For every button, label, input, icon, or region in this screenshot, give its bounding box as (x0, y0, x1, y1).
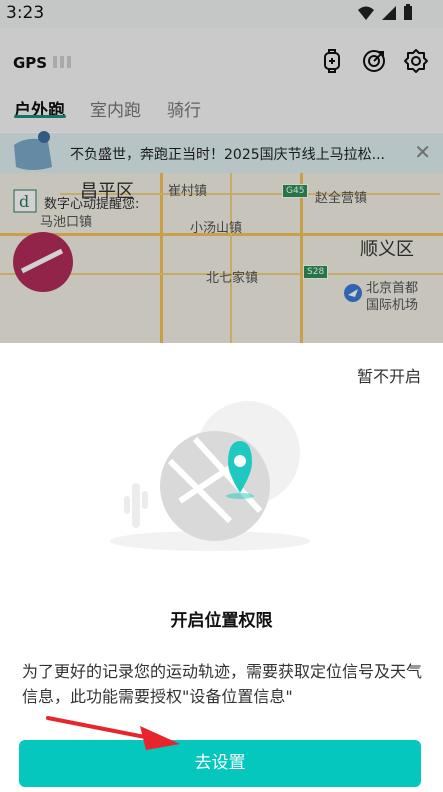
sheet-title: 开启位置权限 (170, 611, 273, 631)
sheet-description: 为了更好的记录您的运动轨迹，需要获取定位信号及天气信息，此功能需要授权"设备位置… (22, 662, 423, 706)
dismiss-button[interactable]: 暂不开启 (357, 363, 421, 387)
location-illustration (110, 401, 310, 551)
pointer-arrow-icon (46, 716, 180, 750)
app-screen: 3:23 GPS 户外跑 室内跑 骑行 不负盛世，奔跑正当时！2025国庆节线上… (0, 0, 443, 792)
dim-overlay[interactable] (0, 0, 443, 343)
